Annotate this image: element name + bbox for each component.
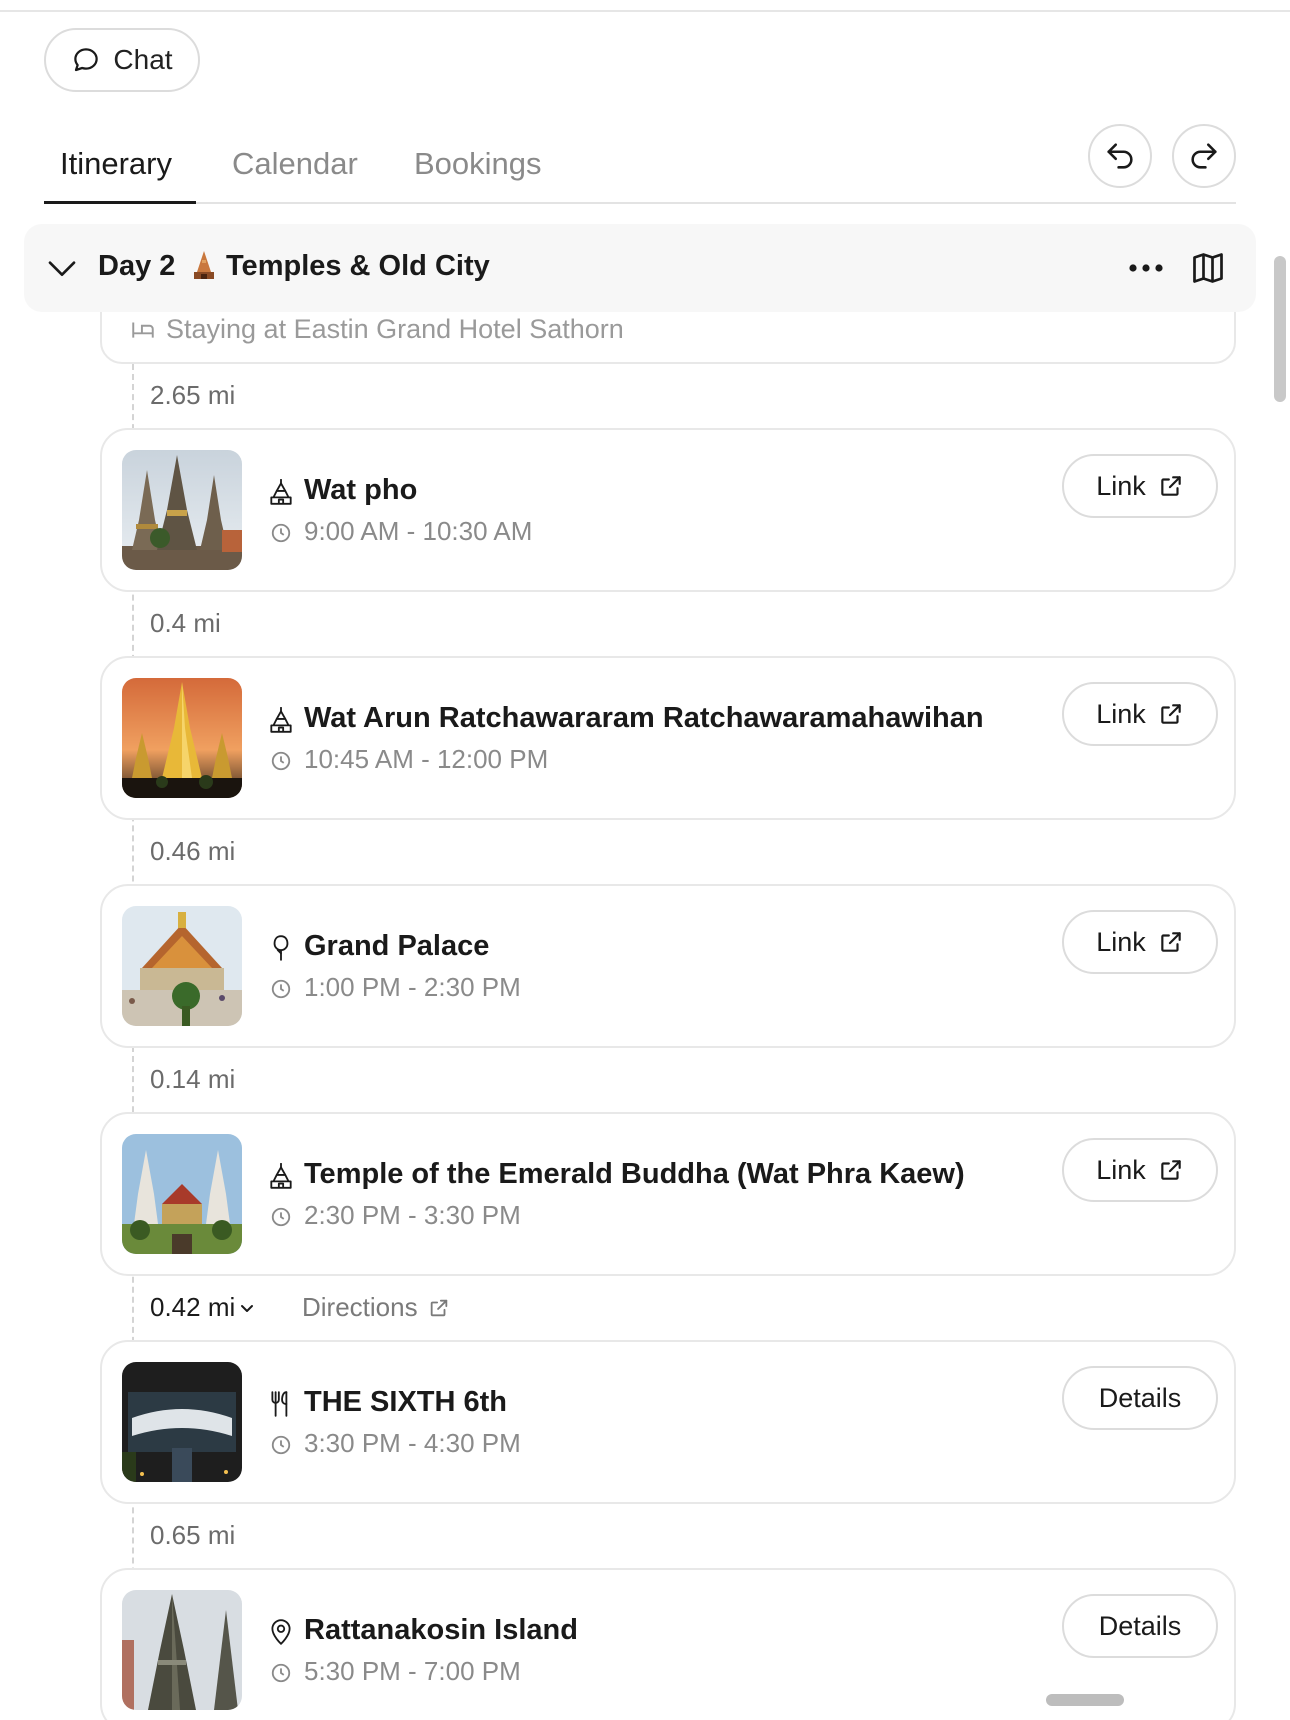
view-tabs: Itinerary Calendar Bookings bbox=[44, 140, 1236, 204]
external-link-icon bbox=[1161, 704, 1181, 724]
link-button[interactable]: Link bbox=[1062, 910, 1218, 974]
redo-icon bbox=[1191, 143, 1217, 169]
place-time: 3:30 PM - 4:30 PM bbox=[304, 1428, 521, 1458]
chat-button[interactable]: Chat bbox=[44, 28, 200, 92]
clock-icon bbox=[271, 523, 291, 543]
redo-button[interactable] bbox=[1172, 124, 1236, 188]
directions-link[interactable]: Directions bbox=[302, 1292, 450, 1323]
distance-label: 0.46 mi bbox=[150, 836, 236, 866]
clock-icon bbox=[271, 751, 291, 771]
external-link-icon bbox=[1161, 932, 1181, 952]
place-time: 9:00 AM - 10:30 AM bbox=[304, 516, 533, 546]
directions-label: Directions bbox=[302, 1292, 418, 1322]
place-time: 10:45 AM - 12:00 PM bbox=[304, 744, 549, 774]
place-photo bbox=[122, 1134, 242, 1254]
link-button-label: Link bbox=[1096, 926, 1146, 957]
place-title: Rattanakosin Island bbox=[304, 1614, 578, 1646]
place-photo bbox=[122, 678, 242, 798]
tab-bookings[interactable]: Bookings bbox=[414, 146, 542, 182]
chevron-down-icon bbox=[241, 1304, 254, 1312]
link-button-label: Link bbox=[1096, 698, 1146, 729]
link-button[interactable]: Link bbox=[1062, 682, 1218, 746]
hotel-stay-text: Staying at Eastin Grand Hotel Sathorn bbox=[166, 314, 624, 344]
place-time: 5:30 PM - 7:00 PM bbox=[304, 1656, 521, 1686]
external-link-icon bbox=[1161, 476, 1181, 496]
itinerary-card[interactable]: Wat Arun Ratchawararam Ratchawaramahawih… bbox=[100, 656, 1236, 820]
place-title: Temple of the Emerald Buddha (Wat Phra K… bbox=[304, 1158, 965, 1190]
tree-icon bbox=[273, 935, 289, 961]
details-button[interactable]: Details bbox=[1062, 1594, 1218, 1658]
place-title: Grand Palace bbox=[304, 930, 490, 962]
more-dots-icon[interactable] bbox=[1126, 256, 1166, 280]
clock-icon bbox=[271, 1435, 291, 1455]
place-photo bbox=[122, 1362, 242, 1482]
scrollbar[interactable] bbox=[1274, 256, 1286, 402]
distance-label: 0.4 mi bbox=[150, 608, 221, 638]
chat-button-label: Chat bbox=[113, 44, 173, 75]
place-time: 2:30 PM - 3:30 PM bbox=[304, 1200, 521, 1230]
itinerary-card[interactable]: THE SIXTH 6th 3:30 PM - 4:30 PM Details bbox=[100, 1340, 1236, 1504]
clock-icon bbox=[271, 1663, 291, 1683]
home-indicator[interactable] bbox=[1046, 1694, 1124, 1706]
distance-label: 0.65 mi bbox=[150, 1520, 236, 1550]
undo-button[interactable] bbox=[1088, 124, 1152, 188]
itinerary-card[interactable]: Grand Palace 1:00 PM - 2:30 PM Link bbox=[100, 884, 1236, 1048]
temple-icon bbox=[270, 707, 292, 733]
map-pin-icon bbox=[271, 1619, 291, 1645]
external-link-icon bbox=[430, 1299, 447, 1316]
place-title: Wat Arun Ratchawararam Ratchawaramahawih… bbox=[304, 702, 984, 734]
tab-itinerary[interactable]: Itinerary bbox=[60, 146, 172, 182]
temple-icon bbox=[270, 479, 292, 505]
link-button[interactable]: Link bbox=[1062, 1138, 1218, 1202]
link-button-label: Link bbox=[1096, 470, 1146, 501]
day-label: Day 2 bbox=[98, 250, 176, 282]
active-tab-indicator bbox=[44, 201, 196, 204]
itinerary-card[interactable]: Wat pho 9:00 AM - 10:30 AM Link bbox=[100, 428, 1236, 592]
details-button-label: Details bbox=[1098, 1610, 1182, 1641]
place-time: 1:00 PM - 2:30 PM bbox=[304, 972, 521, 1002]
itinerary-card[interactable]: Temple of the Emerald Buddha (Wat Phra K… bbox=[100, 1112, 1236, 1276]
place-title: THE SIXTH 6th bbox=[304, 1386, 508, 1418]
chevron-down-icon[interactable] bbox=[46, 252, 78, 284]
clock-icon bbox=[271, 979, 291, 999]
details-button-label: Details bbox=[1098, 1382, 1182, 1413]
undo-icon bbox=[1107, 143, 1133, 169]
place-photo bbox=[122, 1590, 242, 1710]
link-button-label: Link bbox=[1096, 1154, 1146, 1185]
day-title: Temples & Old City bbox=[226, 250, 490, 282]
chat-bubble-icon bbox=[74, 48, 99, 72]
distance-dropdown[interactable]: 0.42 mi bbox=[150, 1292, 255, 1323]
bed-icon bbox=[132, 322, 154, 338]
place-photo bbox=[122, 450, 242, 570]
fork-knife-icon bbox=[271, 1391, 288, 1417]
temple-emoji-icon bbox=[194, 251, 214, 279]
link-button[interactable]: Link bbox=[1062, 454, 1218, 518]
top-divider bbox=[0, 10, 1290, 12]
tab-calendar[interactable]: Calendar bbox=[232, 146, 358, 182]
day-header[interactable]: Day 2 Temples & Old City bbox=[24, 224, 1256, 312]
temple-icon bbox=[270, 1163, 292, 1189]
place-photo bbox=[122, 906, 242, 1026]
external-link-icon bbox=[1161, 1160, 1181, 1180]
map-icon[interactable] bbox=[1190, 250, 1226, 286]
clock-icon bbox=[271, 1207, 291, 1227]
distance-label: 2.65 mi bbox=[150, 380, 236, 410]
place-title: Wat pho bbox=[304, 474, 418, 506]
distance-label: 0.14 mi bbox=[150, 1064, 236, 1094]
details-button[interactable]: Details bbox=[1062, 1366, 1218, 1430]
distance-value: 0.42 mi bbox=[150, 1292, 236, 1322]
